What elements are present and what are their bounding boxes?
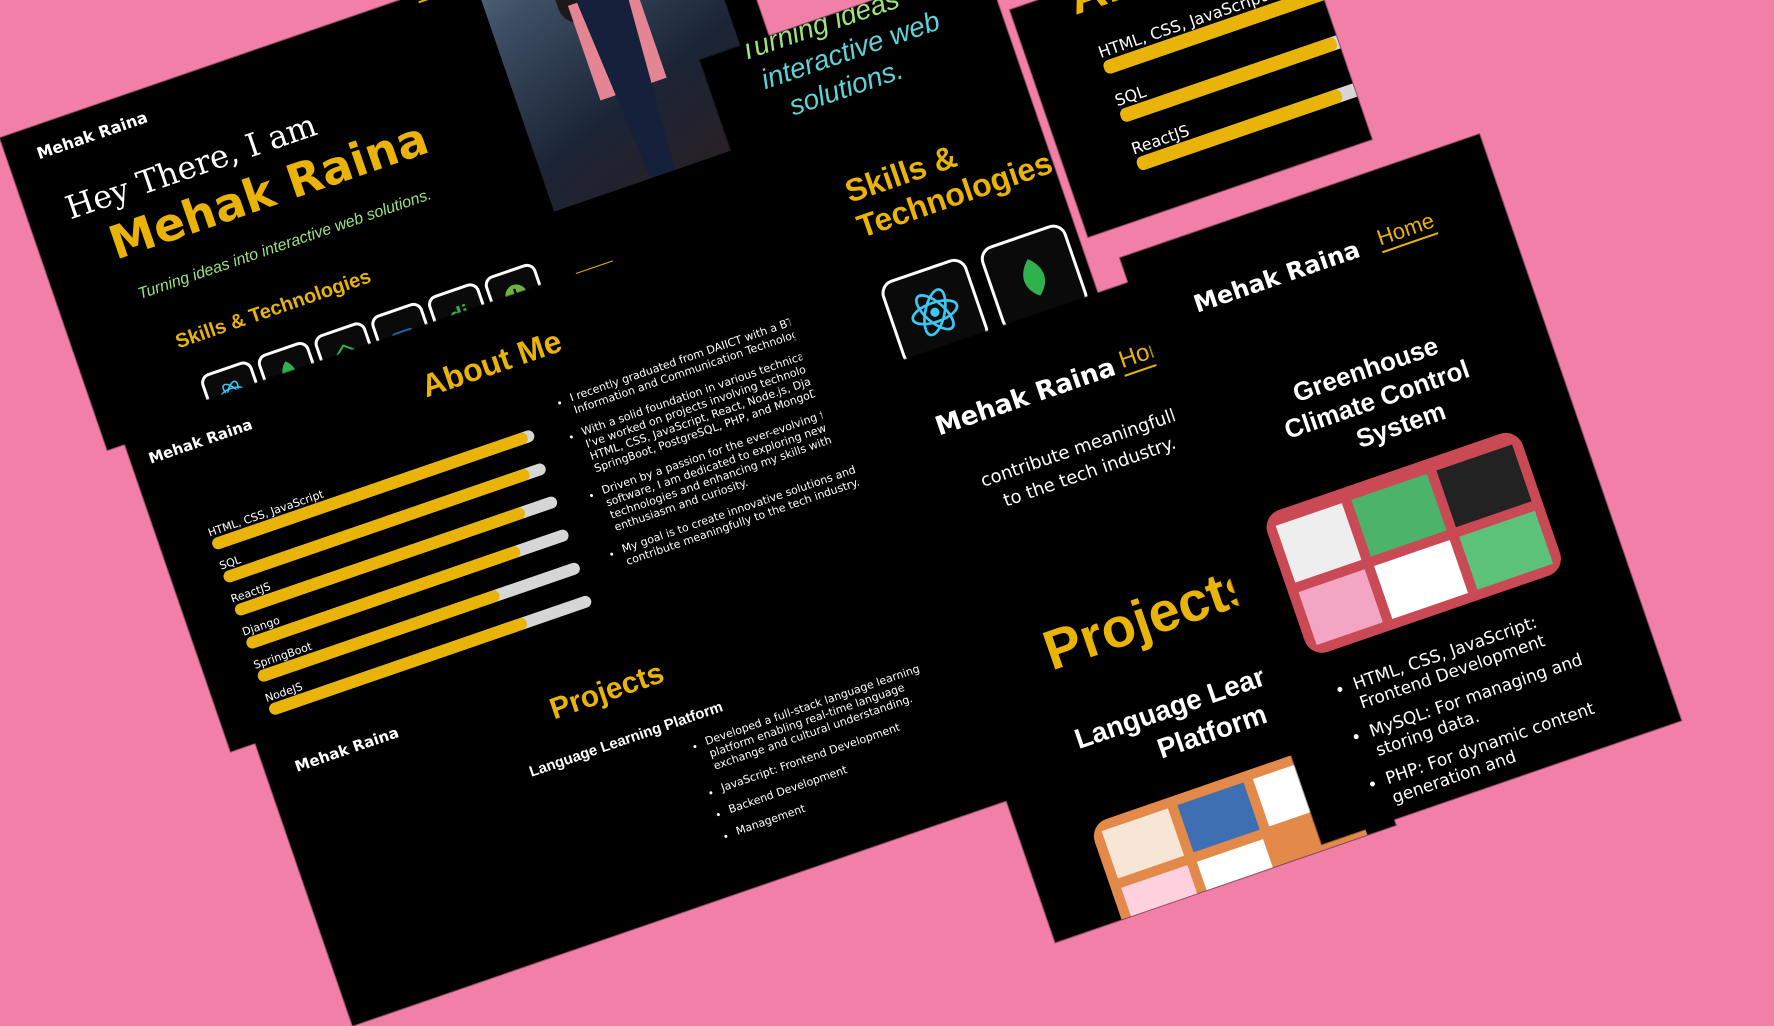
brand-logo[interactable]: Mehak Raina xyxy=(146,415,255,467)
thumb-panel xyxy=(1275,503,1362,583)
brand-logo[interactable]: Mehak Raina xyxy=(932,352,1120,442)
mobile-skill-bars: HTML, CSS, JavaScript SQL ReactJS xyxy=(1096,0,1372,189)
background-canvas: { "colors": { "background": "#f27fa7", "… xyxy=(0,0,1774,1026)
thumb-panel xyxy=(1177,782,1260,853)
project-bullets: Developed a full-stack language learning… xyxy=(688,654,978,852)
thumb-panel xyxy=(1121,865,1204,936)
brand-logo[interactable]: Mehak Raina xyxy=(34,107,150,163)
nav-home-partial[interactable]: Home xyxy=(412,0,457,4)
thumb-panel xyxy=(1459,510,1554,590)
nav-home[interactable]: Home xyxy=(1373,207,1439,254)
thumb-panel xyxy=(1436,444,1532,528)
thumb-panel xyxy=(1298,569,1383,646)
brand-logo[interactable]: Mehak Raina xyxy=(292,723,401,775)
thumb-panel xyxy=(1196,839,1280,910)
projects-title: Projects xyxy=(545,656,669,727)
thumb-panel xyxy=(1101,808,1185,879)
about-title: About Me xyxy=(416,322,567,405)
brand-logo[interactable]: Mehak Raina xyxy=(1190,235,1364,318)
portrait-jacket xyxy=(536,0,724,195)
thumb-panel xyxy=(1351,473,1447,557)
thumb-panel xyxy=(1374,539,1469,619)
